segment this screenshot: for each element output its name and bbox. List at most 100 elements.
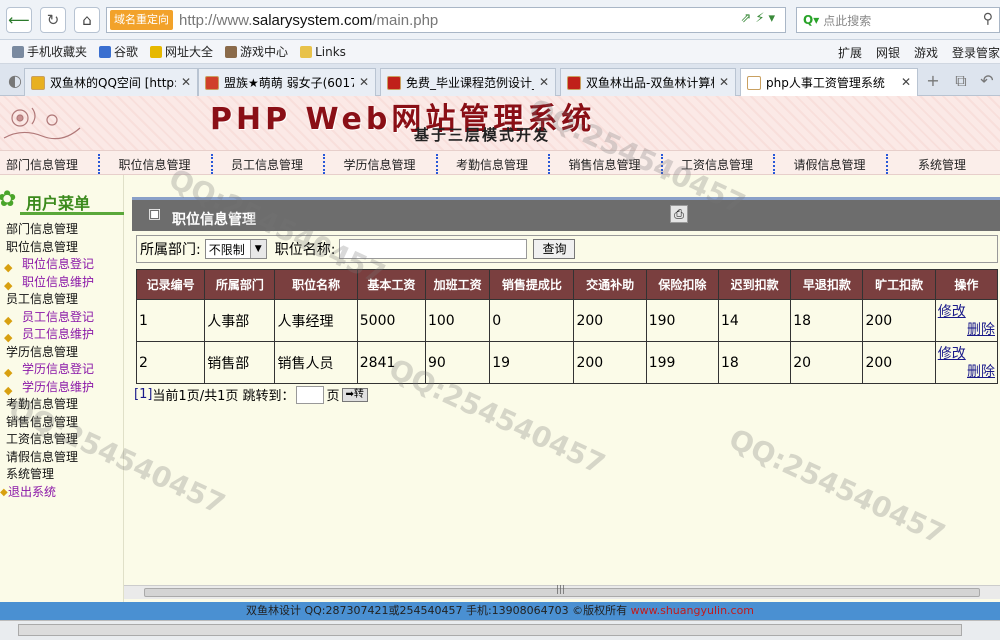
sidebar-item-label: 学历信息维护	[22, 379, 95, 394]
sidebar-item[interactable]: 工资信息管理	[0, 431, 124, 449]
tab-left-icon[interactable]: ◐	[4, 70, 26, 92]
close-icon[interactable]: ✕	[539, 75, 549, 89]
sidebar-item[interactable]: 考勤信息管理	[0, 396, 124, 414]
sidebar-item[interactable]: ◆ 学历信息维护	[0, 379, 124, 397]
close-icon[interactable]: ✕	[719, 75, 729, 89]
table-cell: 2	[135, 341, 206, 384]
home-button[interactable]: ⌂	[74, 7, 100, 33]
bookmark-right-label: 游戏	[913, 45, 938, 60]
sidebar-item[interactable]: 职位信息管理	[0, 239, 124, 257]
sidebar-item[interactable]: 销售信息管理	[0, 414, 124, 432]
edit-link[interactable]: 修改	[938, 303, 995, 321]
tab-favicon-icon	[747, 75, 761, 90]
footer-site-link[interactable]: www.shuangyulin.com	[631, 604, 754, 617]
topnav-item[interactable]: 工资信息管理	[681, 156, 753, 173]
sidebar-item[interactable]: 请假信息管理	[0, 449, 124, 467]
topnav-separator	[98, 154, 100, 174]
sidebar-item[interactable]: 系统管理	[0, 466, 124, 484]
search-icon[interactable]: ⚲	[983, 11, 993, 27]
topnav-item[interactable]: 部门信息管理	[6, 156, 78, 173]
search-box[interactable]: Q▾ 点此搜索 ⚲	[796, 7, 1000, 33]
sidebar-item[interactable]: 学历信息管理	[0, 344, 124, 362]
back-button[interactable]: ⟵	[6, 7, 32, 33]
column-header: 迟到扣款	[717, 269, 792, 300]
topnav-item[interactable]: 系统管理	[918, 156, 966, 173]
browser-tab[interactable]: 双鱼林出品-双鱼林计算机 ✕	[560, 68, 736, 96]
bookmark-item[interactable]: 谷歌	[99, 43, 138, 60]
bookmarks-bar: 手机收藏夹 谷歌 网址大全 游戏中心 Links 扩展 网银 游戏 登录管家	[0, 40, 1000, 64]
table-cell: 90	[424, 341, 491, 384]
topnav-separator	[660, 154, 663, 174]
address-tools-icon[interactable]: ⇗⚡▾	[740, 11, 779, 26]
topnav-item[interactable]: 考勤信息管理	[456, 156, 528, 173]
column-header: 操作	[934, 269, 999, 300]
topnav-item[interactable]: 请假信息管理	[794, 156, 866, 173]
restore-tabs-icon[interactable]: ⧉	[950, 70, 972, 92]
close-icon[interactable]: ✕	[901, 75, 911, 89]
sidebar-item[interactable]: 部门信息管理	[0, 221, 124, 239]
sidebar-item-label: 学历信息登记	[22, 362, 95, 376]
dept-select[interactable]: 不限制 ▼	[204, 239, 267, 259]
tab-favicon-icon	[31, 75, 45, 90]
sidebar-item-label: 退出系统	[8, 484, 57, 499]
table-row: 1 人事部 人事经理 5000 100 0 200 190 14 18 200 修改 删除	[135, 299, 999, 342]
page-link[interactable]: [1]	[134, 387, 152, 402]
close-icon[interactable]: ✕	[181, 75, 191, 89]
topnav-item[interactable]: 职位信息管理	[119, 156, 191, 173]
print-icon[interactable]: ⎙	[670, 205, 688, 223]
close-icon[interactable]: ✕	[359, 75, 369, 89]
delete-link[interactable]: 删除	[938, 321, 995, 339]
jump-page-input[interactable]	[296, 385, 325, 404]
bookmark-right-label: 扩展	[837, 45, 862, 60]
refresh-button[interactable]: ↻	[40, 7, 66, 33]
browser-tab[interactable]: 免费_毕业课程范例设计_ ✕	[380, 68, 556, 96]
bottom-scrollbar-thumb[interactable]	[18, 624, 962, 636]
topnav-item[interactable]: 销售信息管理	[569, 156, 641, 173]
bookmark-item[interactable]: 游戏中心	[225, 43, 288, 60]
edit-link[interactable]: 修改	[938, 345, 995, 363]
page-bottom-scrollbar[interactable]	[0, 620, 1000, 640]
address-bar[interactable]: 域名重定向 http://www.salarysystem.com/main.p…	[106, 7, 786, 33]
table-cell: 18	[790, 299, 864, 342]
sidebar-item-label: 请假信息管理	[6, 449, 79, 464]
go-button[interactable]: ➡转	[341, 387, 368, 402]
column-header: 交通补助	[573, 269, 647, 300]
back-arrow-icon: ⟵	[8, 11, 30, 29]
bookmark-right-item[interactable]: 扩展	[838, 44, 862, 61]
browser-tab[interactable]: 盟族★萌萌 弱女子(6017 ✕	[198, 68, 376, 96]
bookmark-item[interactable]: 网址大全	[150, 43, 213, 60]
bookmark-icon	[150, 45, 163, 58]
delete-link[interactable]: 删除	[938, 363, 995, 381]
sidebar-item[interactable]: 员工信息管理	[0, 291, 124, 309]
bookmarks-right: 扩展 网银 游戏 登录管家	[824, 40, 1000, 64]
bookmark-right-item[interactable]: 登录管家	[952, 44, 1000, 61]
sidebar-item[interactable]: ◆ 员工信息维护	[0, 326, 124, 344]
undo-close-icon[interactable]: ↶	[976, 70, 998, 92]
query-button[interactable]: 查询	[533, 239, 576, 259]
browser-tab[interactable]: 双鱼林的QQ空间 [http:// ✕	[24, 68, 198, 96]
bookmark-item[interactable]: 手机收藏夹	[12, 43, 87, 60]
diamond-bullet-icon: ◆	[0, 486, 8, 498]
column-header: 旷工扣款	[862, 269, 936, 300]
browser-tab[interactable]: php人事工资管理系统 ✕	[740, 68, 918, 96]
search-engine-icon[interactable]: Q▾	[803, 13, 819, 27]
sidebar-item[interactable]: ◆ 员工信息登记	[0, 309, 124, 327]
sidebar-item[interactable]: ◆ 职位信息登记	[0, 256, 124, 274]
table-cell: 销售部	[204, 341, 276, 384]
tab-title: 盟族★萌萌 弱女子(6017	[224, 76, 354, 90]
position-name-input[interactable]	[339, 239, 528, 259]
sidebar-item-label: 学历信息管理	[6, 344, 79, 359]
bookmark-right-item[interactable]: 游戏	[914, 44, 938, 61]
sidebar-item[interactable]: ◆ 退出系统	[0, 484, 124, 502]
filter-bar: 所属部门: 不限制 ▼ 职位名称: 查询	[136, 235, 998, 263]
horizontal-scrollbar[interactable]: |||	[124, 585, 1000, 599]
sidebar-item[interactable]: ◆ 学历信息登记	[0, 361, 124, 379]
bookmark-item[interactable]: Links	[300, 45, 346, 59]
topnav-item[interactable]: 学历信息管理	[344, 156, 416, 173]
bookmark-label: 手机收藏夹	[27, 45, 88, 59]
sidebar-item[interactable]: ◆ 职位信息维护	[0, 274, 124, 292]
bookmark-right-item[interactable]: 网银	[876, 44, 900, 61]
new-tab-button[interactable]: +	[922, 70, 944, 92]
bookmark-icon	[99, 45, 112, 58]
topnav-item[interactable]: 员工信息管理	[231, 156, 303, 173]
